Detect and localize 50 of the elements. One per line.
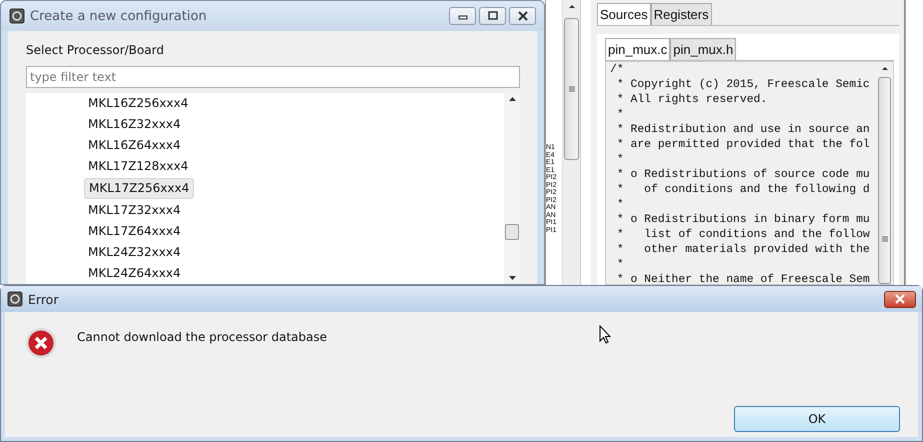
ok-button[interactable]: OK: [734, 406, 900, 432]
minimize-button[interactable]: [449, 7, 476, 25]
code-line: * Copyright (c) 2015, Freescale Semic: [616, 78, 871, 93]
window-title: Create a new configuration: [30, 8, 208, 24]
maximize-button[interactable]: [479, 7, 506, 25]
list-item[interactable]: MKL24Z32xxx4: [84, 242, 185, 263]
tab[interactable]: Registers: [650, 3, 712, 25]
close-icon: [893, 294, 907, 304]
code-line: * o Neither the name of Freescale Sem: [616, 273, 871, 284]
list-item[interactable]: MKL16Z64xxx4: [84, 135, 185, 156]
code-line: * All rights reserved.: [616, 93, 768, 108]
filter-field[interactable]: type filter text: [26, 66, 520, 88]
code-line: * o Redistributions of source code mu: [616, 168, 871, 183]
list-item[interactable]: MKL16Z256xxx4: [84, 93, 192, 114]
maximize-icon: [486, 11, 498, 21]
app-icon: [7, 291, 23, 307]
code-line: * of conditions and the following d: [616, 183, 871, 198]
code-line: * are permitted provided that the fol: [616, 138, 871, 153]
close-button[interactable]: [884, 290, 916, 308]
code-line: * list of conditions and the follow: [616, 228, 871, 243]
list-item[interactable]: MKL17Z32xxx4: [84, 200, 185, 221]
file-tab[interactable]: pin_mux.c: [605, 38, 670, 60]
section-label: Select Processor/Board: [26, 43, 165, 57]
close-icon: [516, 11, 528, 21]
list-item[interactable]: MKL24Z64xxx4: [84, 263, 185, 284]
code-line: * other materials provided with the: [616, 243, 871, 258]
scroll-thumb[interactable]: [878, 77, 891, 284]
list-item[interactable]: MKL16Z32xxx4: [84, 114, 185, 135]
pointer-icon: [599, 325, 611, 344]
close-button[interactable]: [509, 7, 536, 25]
window-title: Error: [28, 292, 60, 306]
scroll-thumb[interactable]: [505, 224, 519, 240]
error-message: Cannot download the processor database: [77, 330, 327, 344]
list-item[interactable]: MKL17Z128xxx4: [84, 156, 192, 177]
code-line: *: [616, 153, 625, 168]
code-line: *: [616, 108, 625, 123]
scrollbar[interactable]: [504, 93, 520, 284]
code-line: *: [616, 198, 625, 213]
list-item[interactable]: MKL17Z64xxx4: [84, 221, 185, 242]
tab[interactable]: Sources: [597, 3, 651, 25]
scroll-thumb[interactable]: [564, 18, 579, 160]
list-item[interactable]: MKL17Z256xxx4: [84, 178, 194, 199]
code-line: *: [616, 258, 625, 273]
error-icon: [25, 327, 57, 359]
file-tab[interactable]: pin_mux.h: [670, 38, 736, 60]
code-line: * Redistribution and use in source an: [616, 123, 871, 138]
code-line: /*: [610, 63, 625, 78]
code-line: * o Redistributions in binary form mu: [616, 213, 871, 228]
scrollbar[interactable]: [562, 0, 581, 285]
app-icon: [9, 8, 25, 24]
